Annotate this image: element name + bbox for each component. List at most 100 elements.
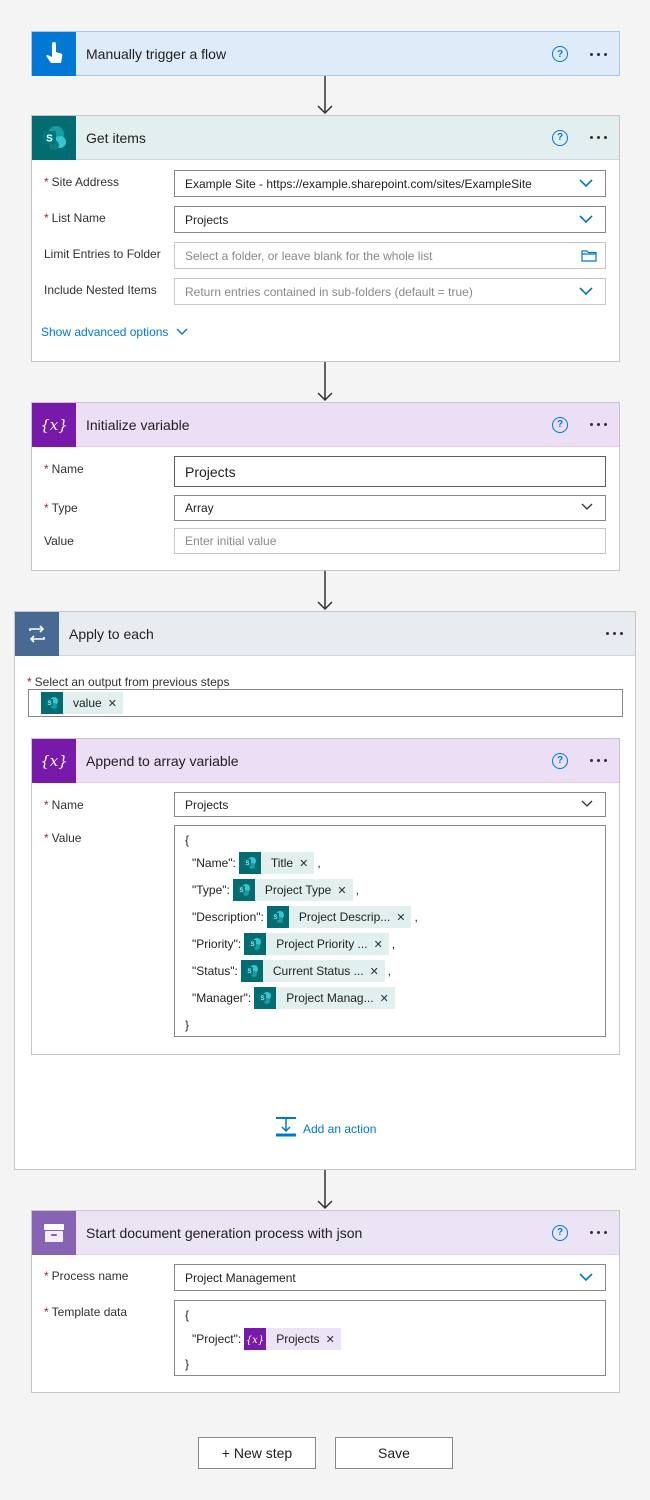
docgen-header[interactable]: Start document generation process with j… <box>32 1210 619 1255</box>
more-options-icon[interactable] <box>590 759 607 762</box>
sharepoint-icon: S <box>232 879 255 901</box>
svg-text:S: S <box>47 701 51 707</box>
projects-token[interactable]: {x} Projects ✕ <box>244 1328 341 1350</box>
append-value-label: * Value <box>44 831 82 845</box>
variable-icon: {x} <box>244 1328 267 1350</box>
template-data-editor[interactable]: { "Project": {x} Projects ✕ } <box>174 1300 606 1376</box>
more-options-icon[interactable] <box>590 136 607 139</box>
chevron-down-icon <box>579 214 593 224</box>
value-token[interactable]: S value ✕ <box>41 692 123 714</box>
field-token[interactable]: S Project Manag... ✕ <box>254 987 395 1009</box>
connector-arrow <box>317 76 333 115</box>
variable-name-input[interactable]: Projects <box>174 456 606 487</box>
svg-text:S: S <box>46 133 53 144</box>
remove-token-icon[interactable]: ✕ <box>396 911 405 924</box>
field-token-label: Project Priority ... <box>276 937 368 951</box>
variable-value-input[interactable]: Enter initial value <box>174 528 606 554</box>
more-options-icon[interactable] <box>590 52 607 56</box>
remove-token-icon[interactable]: ✕ <box>374 938 383 951</box>
variable-type-value: Array <box>185 501 214 515</box>
help-icon[interactable]: ? <box>552 46 568 62</box>
append-name-dropdown[interactable]: Projects <box>174 792 606 817</box>
append-array-header[interactable]: {x} Append to array variable ? <box>32 738 619 783</box>
select-output-label: * Select an output from previous steps <box>27 675 230 689</box>
json-key: "Status": <box>192 964 238 978</box>
loop-icon <box>15 611 59 656</box>
sharepoint-icon: S <box>238 852 261 874</box>
help-icon[interactable]: ? <box>552 752 568 769</box>
show-advanced-link[interactable]: Show advanced options <box>41 325 188 339</box>
limit-folder-input[interactable]: Select a folder, or leave blank for the … <box>174 242 606 269</box>
svg-text:{x}: {x} <box>40 416 68 434</box>
sharepoint-icon: S <box>41 692 63 714</box>
apply-to-each-header[interactable]: Apply to each <box>15 611 635 656</box>
variable-value-placeholder: Enter initial value <box>185 534 277 548</box>
help-icon[interactable]: ? <box>552 129 568 146</box>
remove-token-icon[interactable]: ✕ <box>299 857 308 870</box>
variable-type-dropdown[interactable]: Array <box>174 495 606 521</box>
more-options-icon[interactable] <box>590 1231 607 1234</box>
svg-text:S: S <box>261 996 265 1002</box>
remove-token-icon[interactable]: ✕ <box>108 697 117 710</box>
remove-token-icon[interactable]: ✕ <box>380 992 389 1005</box>
field-token[interactable]: S Project Descrip... ✕ <box>266 906 412 928</box>
remove-token-icon[interactable]: ✕ <box>326 1333 335 1346</box>
process-name-value: Project Management <box>185 1270 296 1285</box>
field-token[interactable]: S Title ✕ <box>238 852 315 874</box>
json-key: "Name": <box>192 856 236 870</box>
list-name-value: Projects <box>185 212 229 227</box>
svg-text:S: S <box>273 915 277 921</box>
value-token-label: value <box>73 696 102 710</box>
json-key: "Type": <box>192 883 230 897</box>
site-address-dropdown[interactable]: Example Site - https://example.sharepoin… <box>174 170 606 197</box>
chevron-down-icon <box>579 286 593 296</box>
remove-token-icon[interactable]: ✕ <box>337 884 346 897</box>
append-name-value: Projects <box>185 797 229 812</box>
sharepoint-icon: S <box>254 987 277 1009</box>
initialize-variable-header[interactable]: {x} Initialize variable ? <box>32 402 619 447</box>
process-name-label: * Process name <box>44 1269 129 1283</box>
folder-icon[interactable] <box>581 249 597 262</box>
process-name-dropdown[interactable]: Project Management <box>174 1264 606 1291</box>
select-output-input[interactable]: S value ✕ <box>28 689 623 717</box>
help-icon[interactable]: ? <box>552 416 568 433</box>
nested-items-dropdown[interactable]: Return entries contained in sub-folders … <box>174 278 606 305</box>
get-items-card: S Get items ? * Site Address Example Site… <box>31 115 620 362</box>
chevron-down-icon <box>579 1272 593 1282</box>
add-action-icon <box>275 1117 297 1140</box>
variable-name-value: Projects <box>185 463 236 480</box>
field-token-label: Project Manag... <box>286 991 374 1005</box>
chevron-down-icon <box>581 800 593 808</box>
json-key: "Description": <box>192 910 264 924</box>
field-token[interactable]: S Project Type ✕ <box>232 879 353 901</box>
connector-arrow <box>317 571 333 611</box>
save-button[interactable]: Save <box>335 1437 453 1469</box>
new-step-button[interactable]: + New step <box>198 1437 316 1469</box>
get-items-header[interactable]: S Get items ? <box>32 115 619 160</box>
append-name-label: * Name <box>44 798 84 812</box>
variable-icon: {x} <box>32 738 76 783</box>
list-name-label: * List Name <box>44 211 106 225</box>
json-line: "Description": S Project Descrip... ✕, <box>192 906 418 928</box>
trigger-header[interactable]: Manually trigger a flow ? <box>32 32 619 76</box>
add-action-button[interactable]: Add an action <box>275 1117 376 1140</box>
list-name-dropdown[interactable]: Projects <box>174 206 606 233</box>
json-separator: , <box>387 964 392 978</box>
limit-folder-placeholder: Select a folder, or leave blank for the … <box>185 248 433 263</box>
variable-icon: {x} <box>32 402 76 447</box>
trigger-card[interactable]: Manually trigger a flow ? <box>31 31 620 76</box>
json-key: "Priority": <box>192 937 242 951</box>
field-token[interactable]: S Project Priority ... ✕ <box>244 933 389 955</box>
more-options-icon[interactable] <box>606 632 623 635</box>
append-value-editor[interactable]: { "Name": S Title ✕, "Type": S Project Type ✕, "… <box>174 825 606 1037</box>
svg-text:{x}: {x} <box>40 752 68 770</box>
field-token[interactable]: S Current Status ... ✕ <box>240 960 385 982</box>
touch-icon <box>32 32 76 76</box>
more-options-icon[interactable] <box>590 423 607 426</box>
help-icon[interactable]: ? <box>552 1224 568 1241</box>
site-address-label: * Site Address <box>44 175 120 189</box>
json-line: "Manager": S Project Manag... ✕ <box>192 987 398 1009</box>
sharepoint-icon: S <box>244 933 267 955</box>
remove-token-icon[interactable]: ✕ <box>370 965 379 978</box>
show-advanced-text: Show advanced options <box>41 325 169 339</box>
